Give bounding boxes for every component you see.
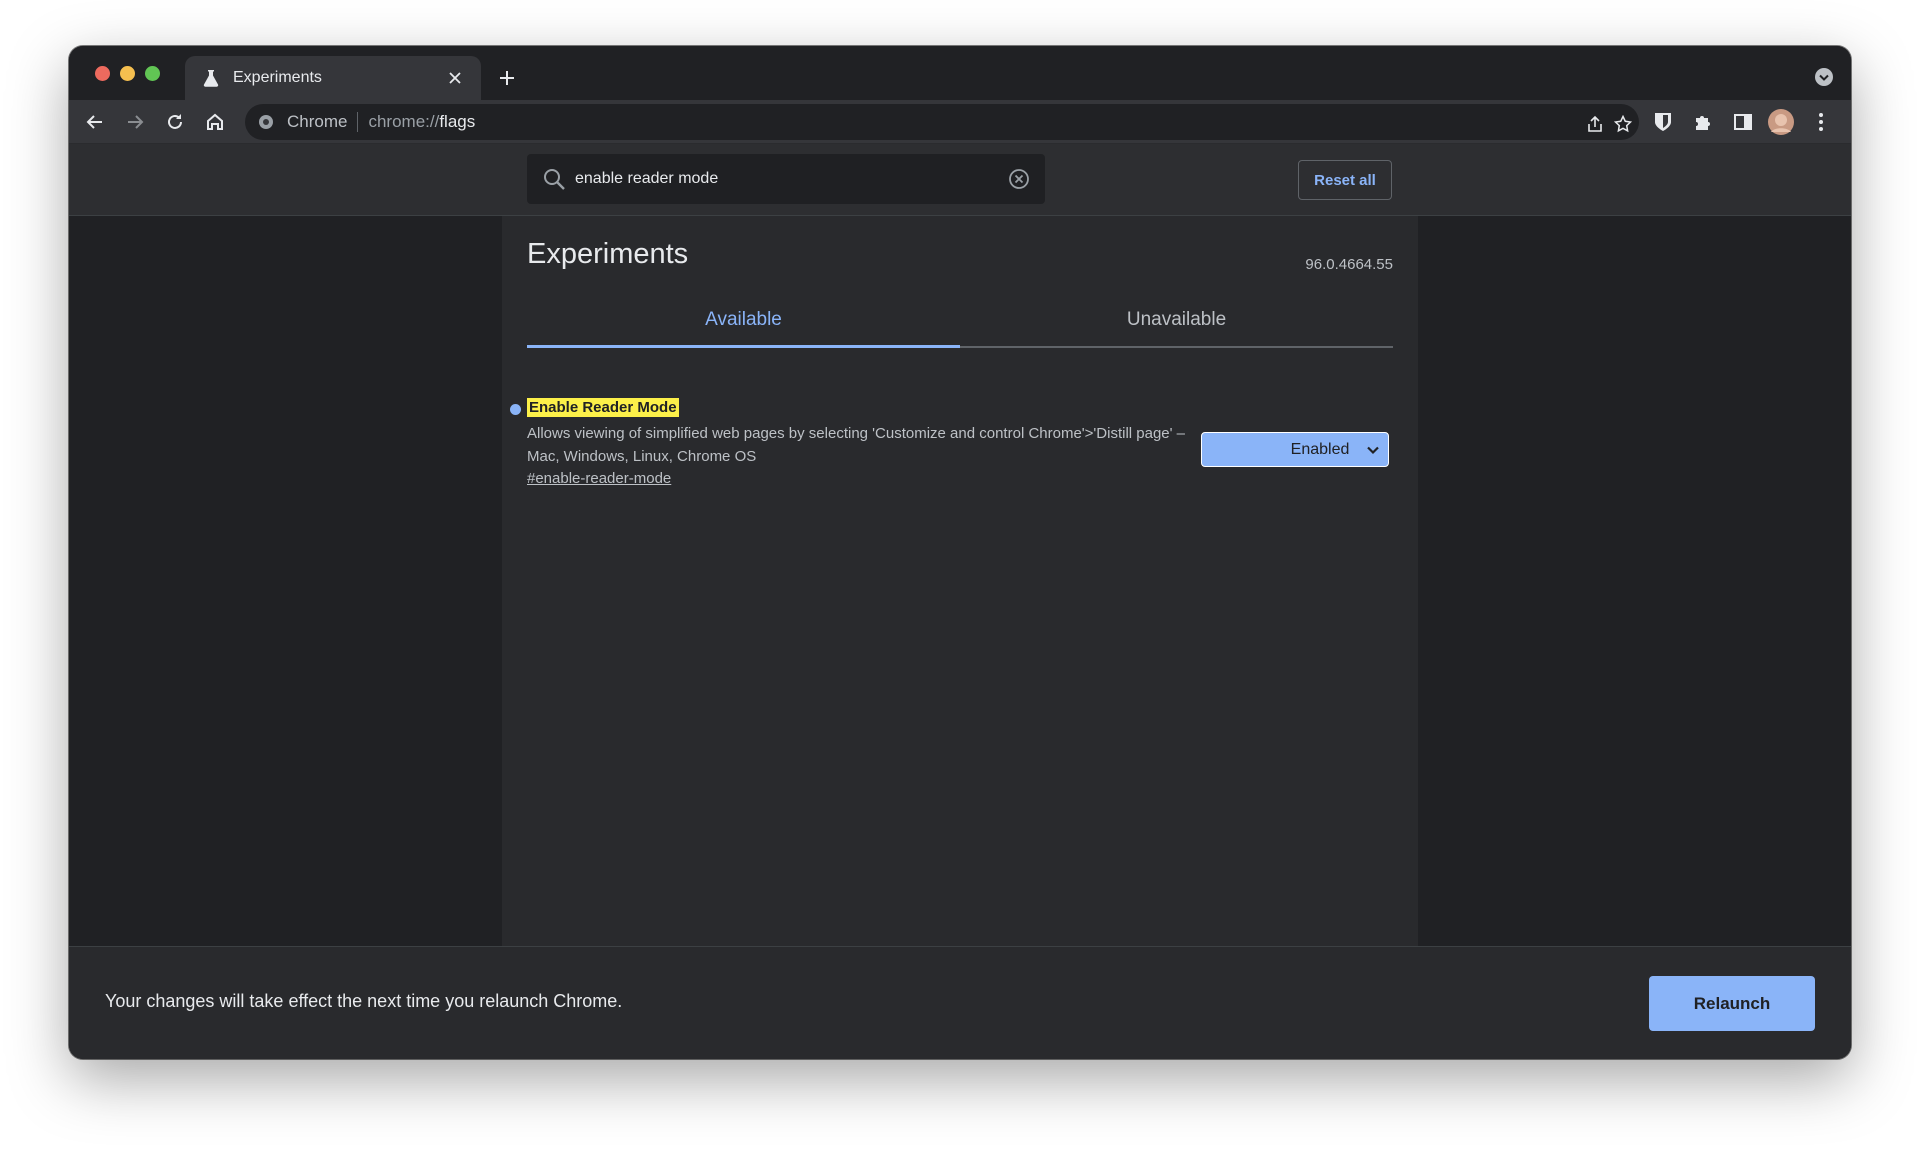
flag-anchor-link[interactable]: #enable-reader-mode xyxy=(527,470,671,487)
maximize-window-button[interactable] xyxy=(145,66,160,81)
flag-entry: Enable Reader Mode Allows viewing of sim… xyxy=(510,398,1393,498)
flag-description: Allows viewing of simplified web pages b… xyxy=(527,425,1186,465)
bitwarden-extension-icon[interactable] xyxy=(1649,108,1677,136)
relaunch-message: Your changes will take effect the next t… xyxy=(105,991,623,1011)
address-bar[interactable]: Chrome chrome://flags xyxy=(245,104,1639,140)
version-label: 96.0.4664.55 xyxy=(1305,256,1393,273)
tab-available[interactable]: Available xyxy=(527,294,960,348)
side-panel-icon[interactable] xyxy=(1729,108,1757,136)
modified-indicator xyxy=(510,404,521,415)
reload-icon[interactable] xyxy=(161,108,189,136)
page-title: Experiments xyxy=(527,238,689,270)
forward-arrow-icon[interactable] xyxy=(121,108,149,136)
toolbar: Chrome chrome://flags xyxy=(69,100,1851,144)
relaunch-button[interactable]: Relaunch xyxy=(1649,976,1815,1031)
clear-search-icon[interactable] xyxy=(1007,167,1031,191)
reset-all-button[interactable]: Reset all xyxy=(1298,160,1392,200)
experiments-panel: Experiments 96.0.4664.55 Available Unava… xyxy=(502,216,1418,946)
new-tab-button[interactable] xyxy=(495,66,519,90)
url-host: flags xyxy=(439,112,476,131)
home-icon[interactable] xyxy=(201,108,229,136)
flags-page: Reset all Experiments 96.0.4664.55 Avail… xyxy=(69,144,1851,1059)
tab-title: Experiments xyxy=(233,69,322,86)
tab-search-icon[interactable] xyxy=(1813,66,1835,88)
search-icon xyxy=(541,166,567,192)
relaunch-footer: Your changes will take effect the next t… xyxy=(69,946,1851,1059)
tab-bar: Available Unavailable xyxy=(527,294,1393,348)
extensions-puzzle-icon[interactable] xyxy=(1689,108,1717,136)
tab-experiments[interactable]: Experiments xyxy=(185,56,481,100)
site-name: Chrome xyxy=(287,112,348,131)
share-icon[interactable] xyxy=(1583,112,1607,136)
flag-state-select[interactable]: Enabled xyxy=(1201,432,1389,467)
back-arrow-icon[interactable] xyxy=(81,108,109,136)
tab-unavailable[interactable]: Unavailable xyxy=(960,294,1393,346)
avatar[interactable] xyxy=(1767,108,1795,136)
tab-strip: Experiments xyxy=(69,46,1851,100)
search-input[interactable] xyxy=(575,170,1007,188)
flask-icon xyxy=(201,68,221,88)
flag-name: Enable Reader Mode xyxy=(527,398,679,417)
browser-window: Experiments Chrome chrome:// flags enabl… xyxy=(69,46,1851,1059)
close-icon[interactable] xyxy=(445,68,465,88)
url-scheme: chrome:// xyxy=(368,112,440,131)
address-divider xyxy=(357,112,359,132)
chrome-logo-icon xyxy=(257,113,275,131)
bookmark-star-icon[interactable] xyxy=(1611,112,1635,136)
minimize-window-button[interactable] xyxy=(120,66,135,81)
search-header: Reset all xyxy=(69,144,1851,216)
more-menu-icon[interactable] xyxy=(1807,108,1835,136)
close-window-button[interactable] xyxy=(95,66,110,81)
search-box xyxy=(527,154,1045,204)
